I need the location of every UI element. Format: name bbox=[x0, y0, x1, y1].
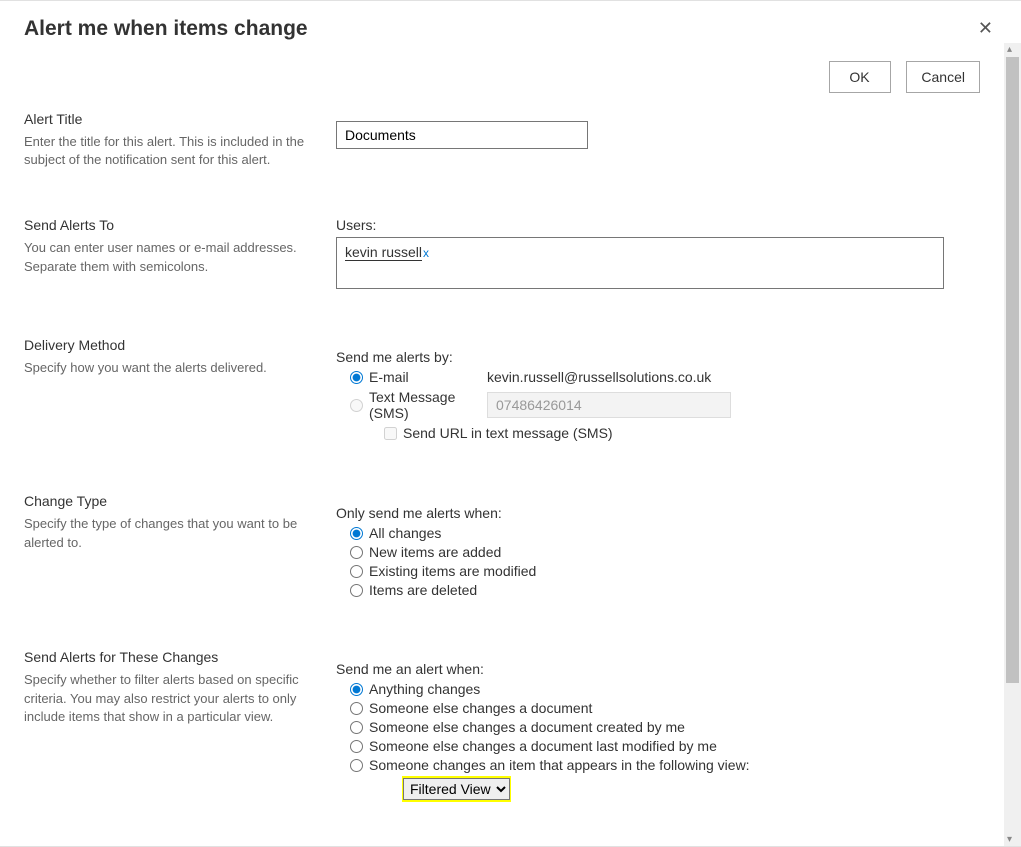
delivery-sms-input bbox=[487, 392, 731, 418]
alertfor-anything-label: Anything changes bbox=[369, 681, 480, 697]
delivery-email-label: E-mail bbox=[369, 369, 487, 385]
users-label: Users: bbox=[336, 217, 980, 233]
section-alert-for: Send Alerts for These Changes Specify wh… bbox=[24, 649, 980, 802]
change-type-label: Only send me alerts when: bbox=[336, 505, 980, 521]
alertfor-anything-radio[interactable] bbox=[350, 683, 363, 696]
change-modified-radio[interactable] bbox=[350, 565, 363, 578]
send-url-label: Send URL in text message (SMS) bbox=[403, 425, 613, 441]
alertfor-created-radio[interactable] bbox=[350, 721, 363, 734]
alert-title-heading: Alert Title bbox=[24, 111, 312, 127]
send-to-heading: Send Alerts To bbox=[24, 217, 312, 233]
alertfor-created-label: Someone else changes a document created … bbox=[369, 719, 685, 735]
section-send-to: Send Alerts To You can enter user names … bbox=[24, 217, 980, 289]
scrollbar-down-icon[interactable]: ▾ bbox=[1007, 834, 1012, 845]
dialog-title: Alert me when items change bbox=[24, 13, 308, 41]
delivery-desc: Specify how you want the alerts delivere… bbox=[24, 359, 312, 377]
alertfor-inview-label: Someone changes an item that appears in … bbox=[369, 757, 750, 773]
alert-title-input[interactable] bbox=[336, 121, 588, 149]
view-select-highlight: Filtered View bbox=[402, 776, 511, 802]
alert-dialog: Alert me when items change ✕ OK Cancel A… bbox=[0, 0, 1021, 847]
dialog-body: OK Cancel Alert Title Enter the title fo… bbox=[0, 43, 1004, 846]
alert-for-desc: Specify whether to filter alerts based o… bbox=[24, 671, 312, 726]
change-type-desc: Specify the type of changes that you wan… bbox=[24, 515, 312, 551]
cancel-button[interactable]: Cancel bbox=[906, 61, 980, 93]
section-change-type: Change Type Specify the type of changes … bbox=[24, 493, 980, 601]
vertical-scrollbar[interactable]: ▴ ▾ bbox=[1004, 43, 1021, 846]
alertfor-modified-label: Someone else changes a document last mod… bbox=[369, 738, 717, 754]
close-icon[interactable]: ✕ bbox=[974, 13, 997, 43]
alertfor-someone-else-radio[interactable] bbox=[350, 702, 363, 715]
send-to-desc: You can enter user names or e-mail addre… bbox=[24, 239, 312, 275]
delivery-email-value: kevin.russell@russellsolutions.co.uk bbox=[487, 369, 711, 385]
change-modified-label: Existing items are modified bbox=[369, 563, 536, 579]
change-deleted-radio[interactable] bbox=[350, 584, 363, 597]
delivery-label: Send me alerts by: bbox=[336, 349, 980, 365]
remove-user-icon[interactable]: x bbox=[423, 246, 429, 260]
scrollbar-thumb[interactable] bbox=[1006, 57, 1019, 683]
view-select-dropdown[interactable]: Filtered View bbox=[403, 778, 510, 800]
users-people-picker[interactable]: kevin russellx bbox=[336, 237, 944, 289]
send-url-checkbox[interactable] bbox=[384, 427, 397, 440]
alert-for-heading: Send Alerts for These Changes bbox=[24, 649, 312, 665]
section-alert-title: Alert Title Enter the title for this ale… bbox=[24, 111, 980, 169]
dialog-button-row: OK Cancel bbox=[24, 55, 980, 111]
delivery-sms-radio[interactable] bbox=[350, 399, 363, 412]
scrollbar-up-icon[interactable]: ▴ bbox=[1007, 44, 1012, 55]
alert-for-label: Send me an alert when: bbox=[336, 661, 980, 677]
delivery-email-radio[interactable] bbox=[350, 371, 363, 384]
delivery-heading: Delivery Method bbox=[24, 337, 312, 353]
ok-button[interactable]: OK bbox=[829, 61, 891, 93]
alert-title-desc: Enter the title for this alert. This is … bbox=[24, 133, 312, 169]
alertfor-modified-radio[interactable] bbox=[350, 740, 363, 753]
dialog-header: Alert me when items change ✕ bbox=[0, 1, 1021, 43]
change-deleted-label: Items are deleted bbox=[369, 582, 477, 598]
user-chip[interactable]: kevin russell bbox=[345, 244, 422, 261]
change-all-radio[interactable] bbox=[350, 527, 363, 540]
alertfor-inview-radio[interactable] bbox=[350, 759, 363, 772]
change-all-label: All changes bbox=[369, 525, 441, 541]
change-added-radio[interactable] bbox=[350, 546, 363, 559]
change-added-label: New items are added bbox=[369, 544, 501, 560]
delivery-sms-label: Text Message (SMS) bbox=[369, 389, 487, 421]
change-type-heading: Change Type bbox=[24, 493, 312, 509]
alertfor-someone-else-label: Someone else changes a document bbox=[369, 700, 592, 716]
section-delivery: Delivery Method Specify how you want the… bbox=[24, 337, 980, 445]
